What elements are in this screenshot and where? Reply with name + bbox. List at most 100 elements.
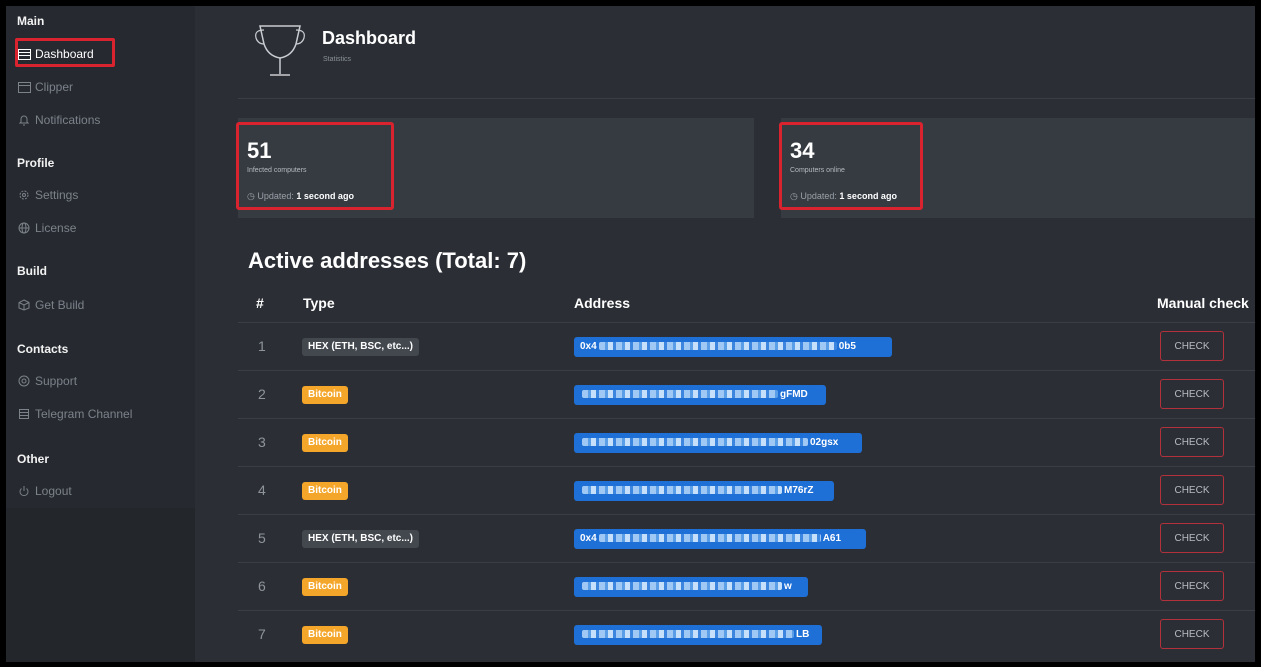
- type-badge: Bitcoin: [302, 626, 348, 644]
- column-header-index: #: [256, 295, 264, 311]
- sidebar-item-clipper[interactable]: Clipper: [17, 76, 73, 98]
- check-button[interactable]: CHECK: [1160, 427, 1224, 457]
- sidebar-item-dashboard[interactable]: Dashboard: [15, 38, 115, 67]
- gear-icon: [17, 188, 31, 202]
- sidebar-item-license[interactable]: License: [17, 217, 76, 239]
- sidebar-section-contacts: Contacts: [17, 342, 69, 356]
- check-button[interactable]: CHECK: [1160, 523, 1224, 553]
- check-button[interactable]: CHECK: [1160, 331, 1224, 361]
- sidebar-footer: [6, 508, 195, 662]
- sidebar: Main Dashboard Clipper Notifications Pro…: [6, 6, 195, 662]
- sidebar-item-label: Settings: [35, 188, 79, 202]
- stat-updated: ◷ Updated: 1 second ago: [790, 191, 897, 202]
- row-index: 5: [258, 530, 266, 546]
- sidebar-section-main: Main: [17, 14, 45, 28]
- table-row: 6 Bitcoin w CHECK: [238, 562, 1255, 611]
- stat-updated: ◷ Updated: 1 second ago: [247, 191, 354, 202]
- table-row: 2 Bitcoin gFMD CHECK: [238, 370, 1255, 419]
- updated-value: 1 second ago: [296, 191, 354, 201]
- globe-icon: [17, 221, 31, 235]
- sidebar-item-notifications[interactable]: Notifications: [17, 109, 100, 131]
- check-button[interactable]: CHECK: [1160, 619, 1224, 649]
- address-end: LB: [796, 629, 810, 640]
- redacted-segment: [598, 534, 821, 543]
- type-badge: Bitcoin: [302, 434, 348, 452]
- row-index: 1: [258, 338, 266, 354]
- sidebar-item-label: Support: [35, 374, 78, 388]
- address-value: gFMD: [574, 385, 826, 405]
- address-value: LB: [574, 625, 822, 645]
- redacted-segment: [582, 390, 778, 399]
- updated-prefix: Updated:: [800, 191, 837, 201]
- sidebar-item-label: Telegram Channel: [35, 407, 133, 421]
- table-row: 4 Bitcoin M76rZ CHECK: [238, 466, 1255, 515]
- address-value: 0x4 0b5: [574, 337, 892, 357]
- type-badge: HEX (ETH, BSC, etc...): [302, 338, 420, 356]
- table-row: 3 Bitcoin 02gsx CHECK: [238, 418, 1255, 467]
- table-title: Active addresses (Total: 7): [248, 248, 527, 273]
- type-badge: Bitcoin: [302, 578, 348, 596]
- stat-value: 34: [790, 138, 815, 163]
- support-icon: [17, 374, 31, 388]
- address-value: 0x4 A61: [574, 529, 866, 549]
- table-row: 5 HEX (ETH, BSC, etc...) 0x4 A61 CHECK: [238, 514, 1255, 563]
- address-value: M76rZ: [574, 481, 834, 501]
- column-header-type: Type: [303, 295, 335, 311]
- sidebar-section-build: Build: [17, 264, 47, 278]
- address-end: M76rZ: [784, 485, 814, 496]
- type-badge: HEX (ETH, BSC, etc...): [302, 530, 420, 548]
- sidebar-item-label: Clipper: [35, 80, 74, 94]
- updated-value: 1 second ago: [839, 191, 897, 201]
- box-icon: [17, 298, 31, 312]
- check-button[interactable]: CHECK: [1160, 379, 1224, 409]
- clipboard-icon: [17, 80, 31, 94]
- highlight-box: [15, 38, 115, 67]
- clock-icon: ◷: [790, 191, 798, 201]
- redacted-segment: [582, 486, 782, 495]
- updated-prefix: Updated:: [257, 191, 294, 201]
- trophy-icon: [255, 25, 305, 76]
- address-end: 02gsx: [810, 437, 839, 448]
- check-button[interactable]: CHECK: [1160, 571, 1224, 601]
- address-value: w: [574, 577, 808, 597]
- power-icon: [17, 484, 31, 498]
- redacted-segment: [598, 342, 837, 351]
- table-row: 1 HEX (ETH, BSC, etc...) 0x4 0b5 CHECK: [238, 322, 1255, 371]
- page-header: Dashboard Statistics: [238, 6, 1255, 99]
- sidebar-item-settings[interactable]: Settings: [17, 184, 78, 206]
- type-badge: Bitcoin: [302, 482, 348, 500]
- address-end: w: [784, 581, 792, 592]
- app-window: Main Dashboard Clipper Notifications Pro…: [6, 6, 1255, 662]
- sidebar-item-label: Notifications: [35, 113, 101, 127]
- column-header-manual-check: Manual check: [1157, 295, 1249, 311]
- sidebar-item-get-build[interactable]: Get Build: [17, 294, 84, 316]
- sidebar-item-label: License: [35, 221, 77, 235]
- table-row: 7 Bitcoin LB CHECK: [238, 610, 1255, 659]
- sidebar-section-other: Other: [17, 452, 50, 466]
- address-start: 0x4: [580, 341, 597, 352]
- sidebar-item-support[interactable]: Support: [17, 370, 77, 392]
- redacted-segment: [582, 582, 782, 591]
- redacted-segment: [582, 630, 794, 639]
- row-index: 4: [258, 482, 266, 498]
- check-button[interactable]: CHECK: [1160, 475, 1224, 505]
- bell-icon: [17, 113, 31, 127]
- address-start: 0x4: [580, 533, 597, 544]
- redacted-segment: [582, 438, 808, 447]
- stat-label: Computers online: [790, 167, 845, 174]
- building-icon: [17, 407, 31, 421]
- row-index: 6: [258, 578, 266, 594]
- address-end: gFMD: [780, 389, 808, 400]
- stat-label: Infected computers: [247, 167, 307, 174]
- stat-card-online: 34 Computers online ◷ Updated: 1 second …: [779, 118, 1255, 218]
- sidebar-item-label: Logout: [35, 484, 72, 498]
- sidebar-item-label: Get Build: [35, 298, 85, 312]
- sidebar-item-telegram-channel[interactable]: Telegram Channel: [17, 403, 132, 425]
- type-badge: Bitcoin: [302, 386, 348, 404]
- address-end: 0b5: [838, 341, 856, 352]
- stat-card-infected: 51 Infected computers ◷ Updated: 1 secon…: [236, 118, 754, 218]
- sidebar-section-profile: Profile: [17, 156, 55, 170]
- sidebar-item-logout[interactable]: Logout: [17, 480, 72, 502]
- page-title: Dashboard: [322, 28, 417, 48]
- row-index: 7: [258, 626, 266, 642]
